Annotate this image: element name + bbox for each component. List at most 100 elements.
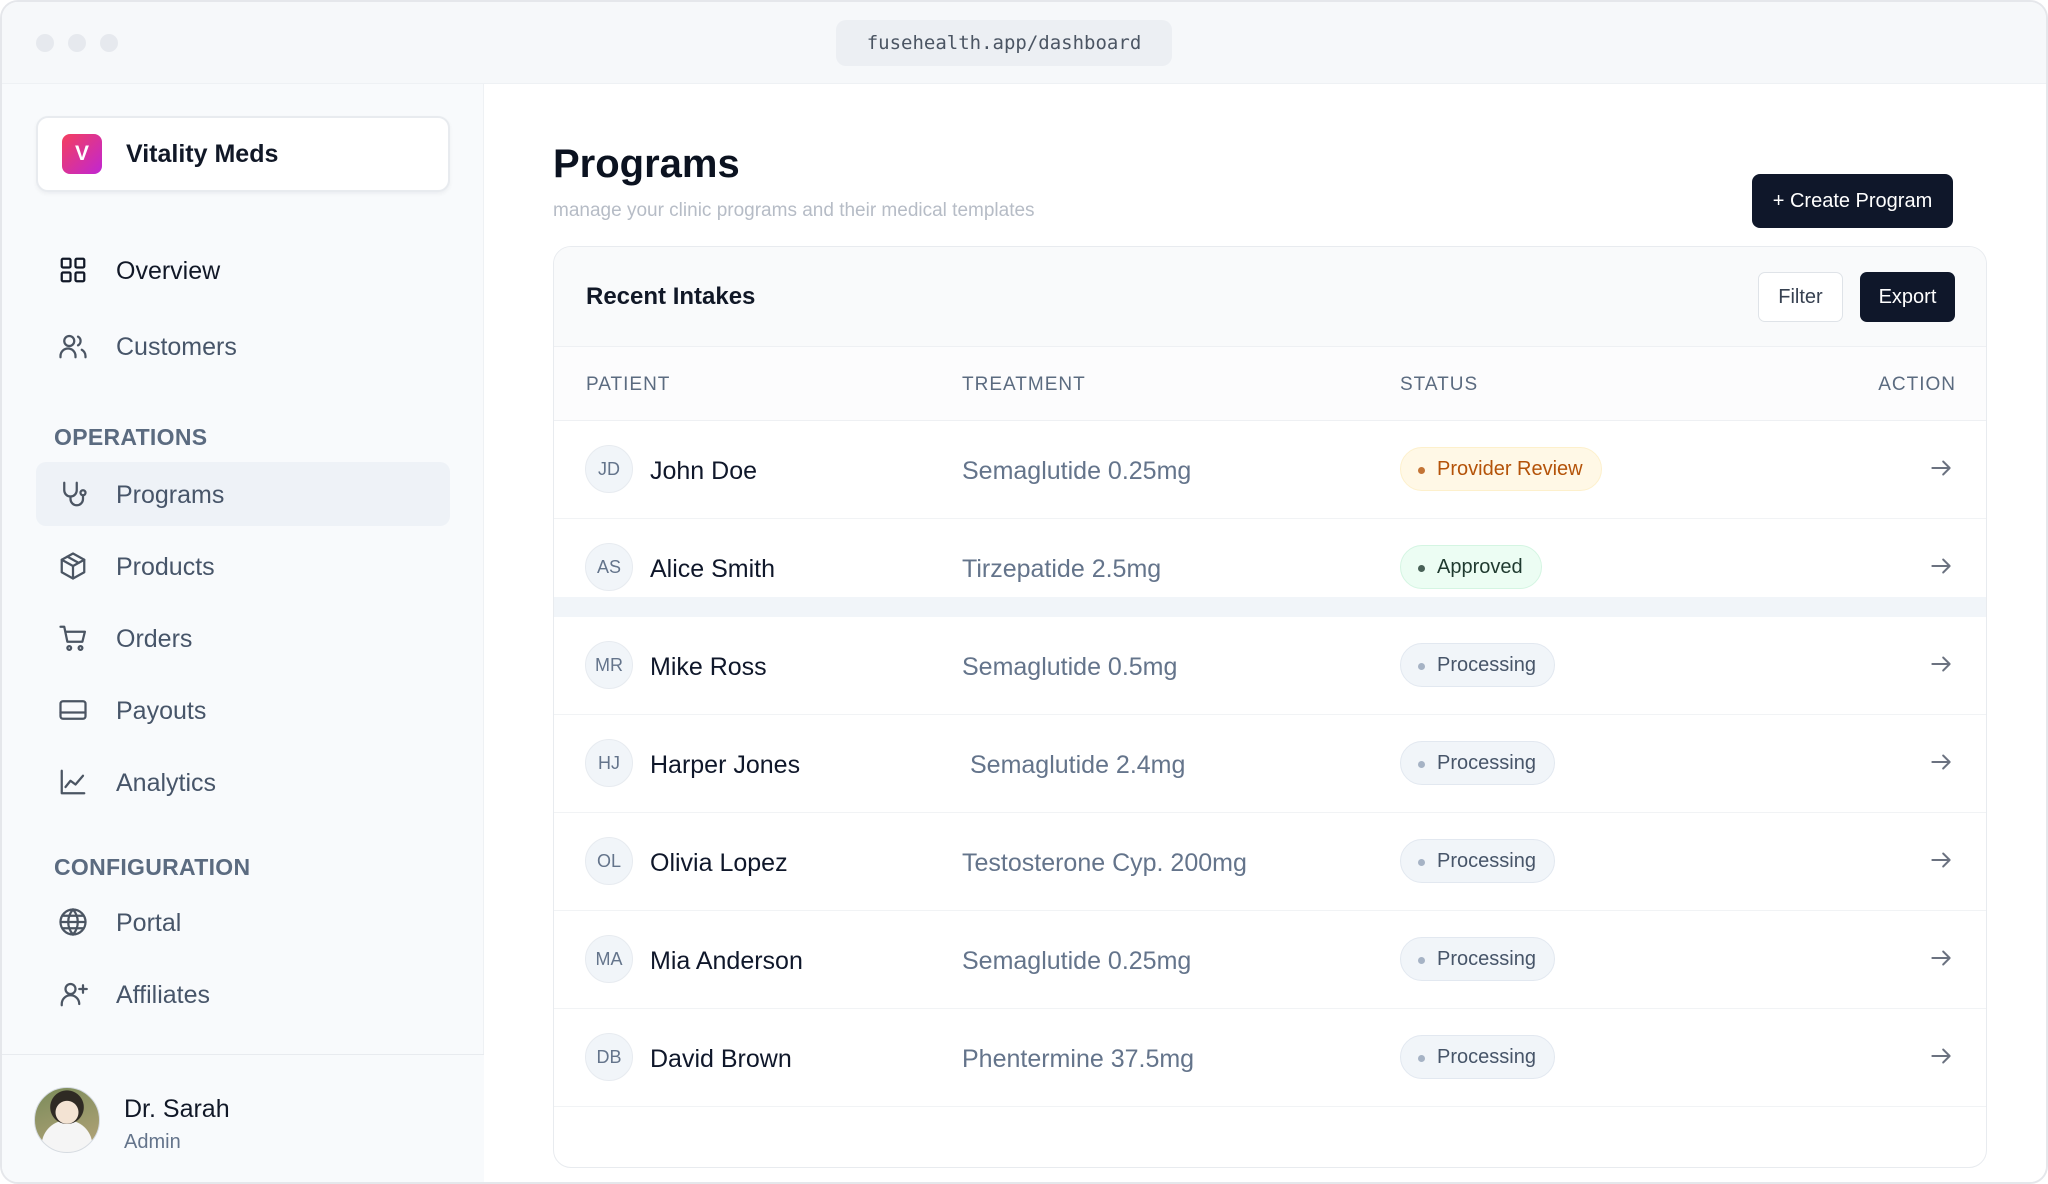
treatment-name: Semaglutide 2.4mg [970, 751, 1186, 779]
sidebar-item-label: Programs [116, 481, 225, 509]
treatment-name: Semaglutide 0.25mg [962, 947, 1192, 975]
avatar [34, 1087, 100, 1153]
avatar: HJ [585, 739, 633, 787]
arrow-right-icon[interactable] [1928, 945, 1954, 971]
brand-logo: V [62, 134, 102, 174]
patient-name: David Brown [650, 1045, 792, 1073]
avatar: MA [585, 935, 633, 983]
arrow-right-icon[interactable] [1928, 553, 1954, 579]
avatar: OL [585, 837, 633, 885]
stethoscope-icon [58, 479, 88, 509]
section-title-configuration: CONFIGURATION [54, 854, 251, 880]
brand-name: Vitality Meds [126, 140, 279, 168]
table-row[interactable]: HJ Harper Jones Semaglutide 2.4mg Proces… [554, 715, 1986, 813]
table-body: JD John Doe Semaglutide 0.25mg Provider … [554, 421, 1986, 1107]
cart-icon [58, 623, 88, 653]
column-header-action: ACTION [1878, 374, 1956, 395]
sidebar-item-label: Analytics [116, 769, 217, 797]
browser-window: fusehealth.app/dashboard V Vitality Meds… [0, 0, 2048, 1184]
globe-icon [58, 907, 88, 937]
patient-name: Harper Jones [650, 751, 801, 779]
user-profile[interactable]: Dr. Sarah Admin [2, 1054, 484, 1182]
card-title: Recent Intakes [586, 283, 756, 310]
table-row[interactable]: MA Mia Anderson Semaglutide 0.25mg Proce… [554, 911, 1986, 1009]
arrow-right-icon[interactable] [1928, 1043, 1954, 1069]
patient-name: Mia Anderson [650, 947, 803, 975]
sidebar: V Vitality Meds Overview Customers OPERA… [2, 84, 484, 1182]
column-header-status[interactable]: STATUS [1400, 374, 1478, 396]
page-title: Programs [553, 142, 740, 186]
table-header: PATIENT TREATMENT STATUS ACTION [554, 347, 1986, 421]
patient-name: Olivia Lopez [650, 849, 788, 877]
create-program-button[interactable]: + Create Program [1752, 174, 1953, 228]
avatar: DB [585, 1033, 633, 1081]
status-badge: Processing [1400, 1035, 1555, 1079]
user-name: Dr. Sarah [124, 1095, 230, 1123]
main-content: Programs manage your clinic programs and… [485, 84, 2046, 1182]
window-maximize-dot[interactable] [100, 34, 118, 52]
arrow-right-icon[interactable] [1928, 749, 1954, 775]
status-badge: Processing [1400, 643, 1555, 687]
treatment-name: Semaglutide 0.5mg [962, 653, 1178, 681]
sidebar-item-orders[interactable]: Orders [36, 606, 450, 670]
column-header-patient[interactable]: PATIENT [586, 374, 670, 396]
patient-name: Mike Ross [650, 653, 767, 681]
patient-name: John Doe [650, 457, 758, 485]
sidebar-item-label: Orders [116, 625, 193, 653]
page-subtitle: manage your clinic programs and their me… [553, 200, 1035, 221]
treatment-name: Phentermine 37.5mg [962, 1045, 1195, 1073]
avatar: JD [585, 445, 633, 493]
sidebar-item-portal[interactable]: Portal [36, 890, 450, 954]
table-row[interactable]: MR Mike Ross Semaglutide 0.5mg Processin… [554, 617, 1986, 715]
sidebar-item-customers[interactable]: Customers [36, 314, 450, 378]
treatment-name: Semaglutide 0.25mg [962, 457, 1192, 485]
grid-icon [58, 255, 88, 285]
card-icon [58, 695, 88, 725]
sidebar-item-label: Affiliates [116, 981, 211, 1009]
brand-switcher[interactable]: V Vitality Meds [36, 116, 450, 192]
status-badge: Processing [1400, 937, 1555, 981]
sidebar-item-programs[interactable]: Programs [36, 462, 450, 526]
sidebar-item-payouts[interactable]: Payouts [36, 678, 450, 742]
card-header: Recent Intakes Filter Export [554, 247, 1986, 347]
arrow-right-icon[interactable] [1928, 847, 1954, 873]
filter-button[interactable]: Filter [1758, 272, 1843, 322]
table-row[interactable]: OL Olivia Lopez Testosterone Cyp. 200mg … [554, 813, 1986, 911]
export-button[interactable]: Export [1860, 272, 1955, 322]
window-close-dot[interactable] [36, 34, 54, 52]
arrow-right-icon[interactable] [1928, 651, 1954, 677]
table-row[interactable]: AS Alice Smith Tirzepatide 2.5mg Approve… [554, 519, 1986, 617]
section-title-operations: OPERATIONS [54, 424, 208, 450]
treatment-name: Testosterone Cyp. 200mg [962, 849, 1247, 877]
sidebar-item-label: Payouts [116, 697, 207, 725]
title-bar: fusehealth.app/dashboard [2, 2, 2046, 84]
status-badge: Processing [1400, 741, 1555, 785]
sidebar-item-label: Overview [116, 257, 221, 285]
table-row[interactable]: JD John Doe Semaglutide 0.25mg Provider … [554, 421, 1986, 519]
status-badge: Provider Review [1400, 447, 1602, 491]
avatar: AS [585, 543, 633, 591]
address-bar[interactable]: fusehealth.app/dashboard [836, 20, 1172, 66]
box-icon [58, 551, 88, 581]
sidebar-item-products[interactable]: Products [36, 534, 450, 598]
column-header-treatment[interactable]: TREATMENT [962, 374, 1086, 396]
treatment-name: Tirzepatide 2.5mg [962, 555, 1162, 583]
chart-line-icon [58, 767, 88, 797]
user-role: Admin [124, 1131, 181, 1153]
sidebar-item-affiliates[interactable]: Affiliates [36, 962, 450, 1026]
sidebar-item-label: Products [116, 553, 215, 581]
patient-name: Alice Smith [650, 555, 776, 583]
user-plus-icon [58, 979, 88, 1009]
sidebar-item-label: Customers [116, 333, 237, 361]
status-badge: Approved [1400, 545, 1542, 589]
status-badge: Processing [1400, 839, 1555, 883]
sidebar-item-label: Portal [116, 909, 182, 937]
sidebar-item-analytics[interactable]: Analytics [36, 750, 450, 814]
recent-intakes-card: Recent Intakes Filter Export PATIENT TRE… [553, 246, 1987, 1168]
avatar: MR [585, 641, 633, 689]
sidebar-item-overview[interactable]: Overview [36, 238, 450, 302]
window-minimize-dot[interactable] [68, 34, 86, 52]
arrow-right-icon[interactable] [1928, 455, 1954, 481]
users-icon [58, 331, 88, 361]
table-row[interactable]: DB David Brown Phentermine 37.5mg Proces… [554, 1009, 1986, 1107]
